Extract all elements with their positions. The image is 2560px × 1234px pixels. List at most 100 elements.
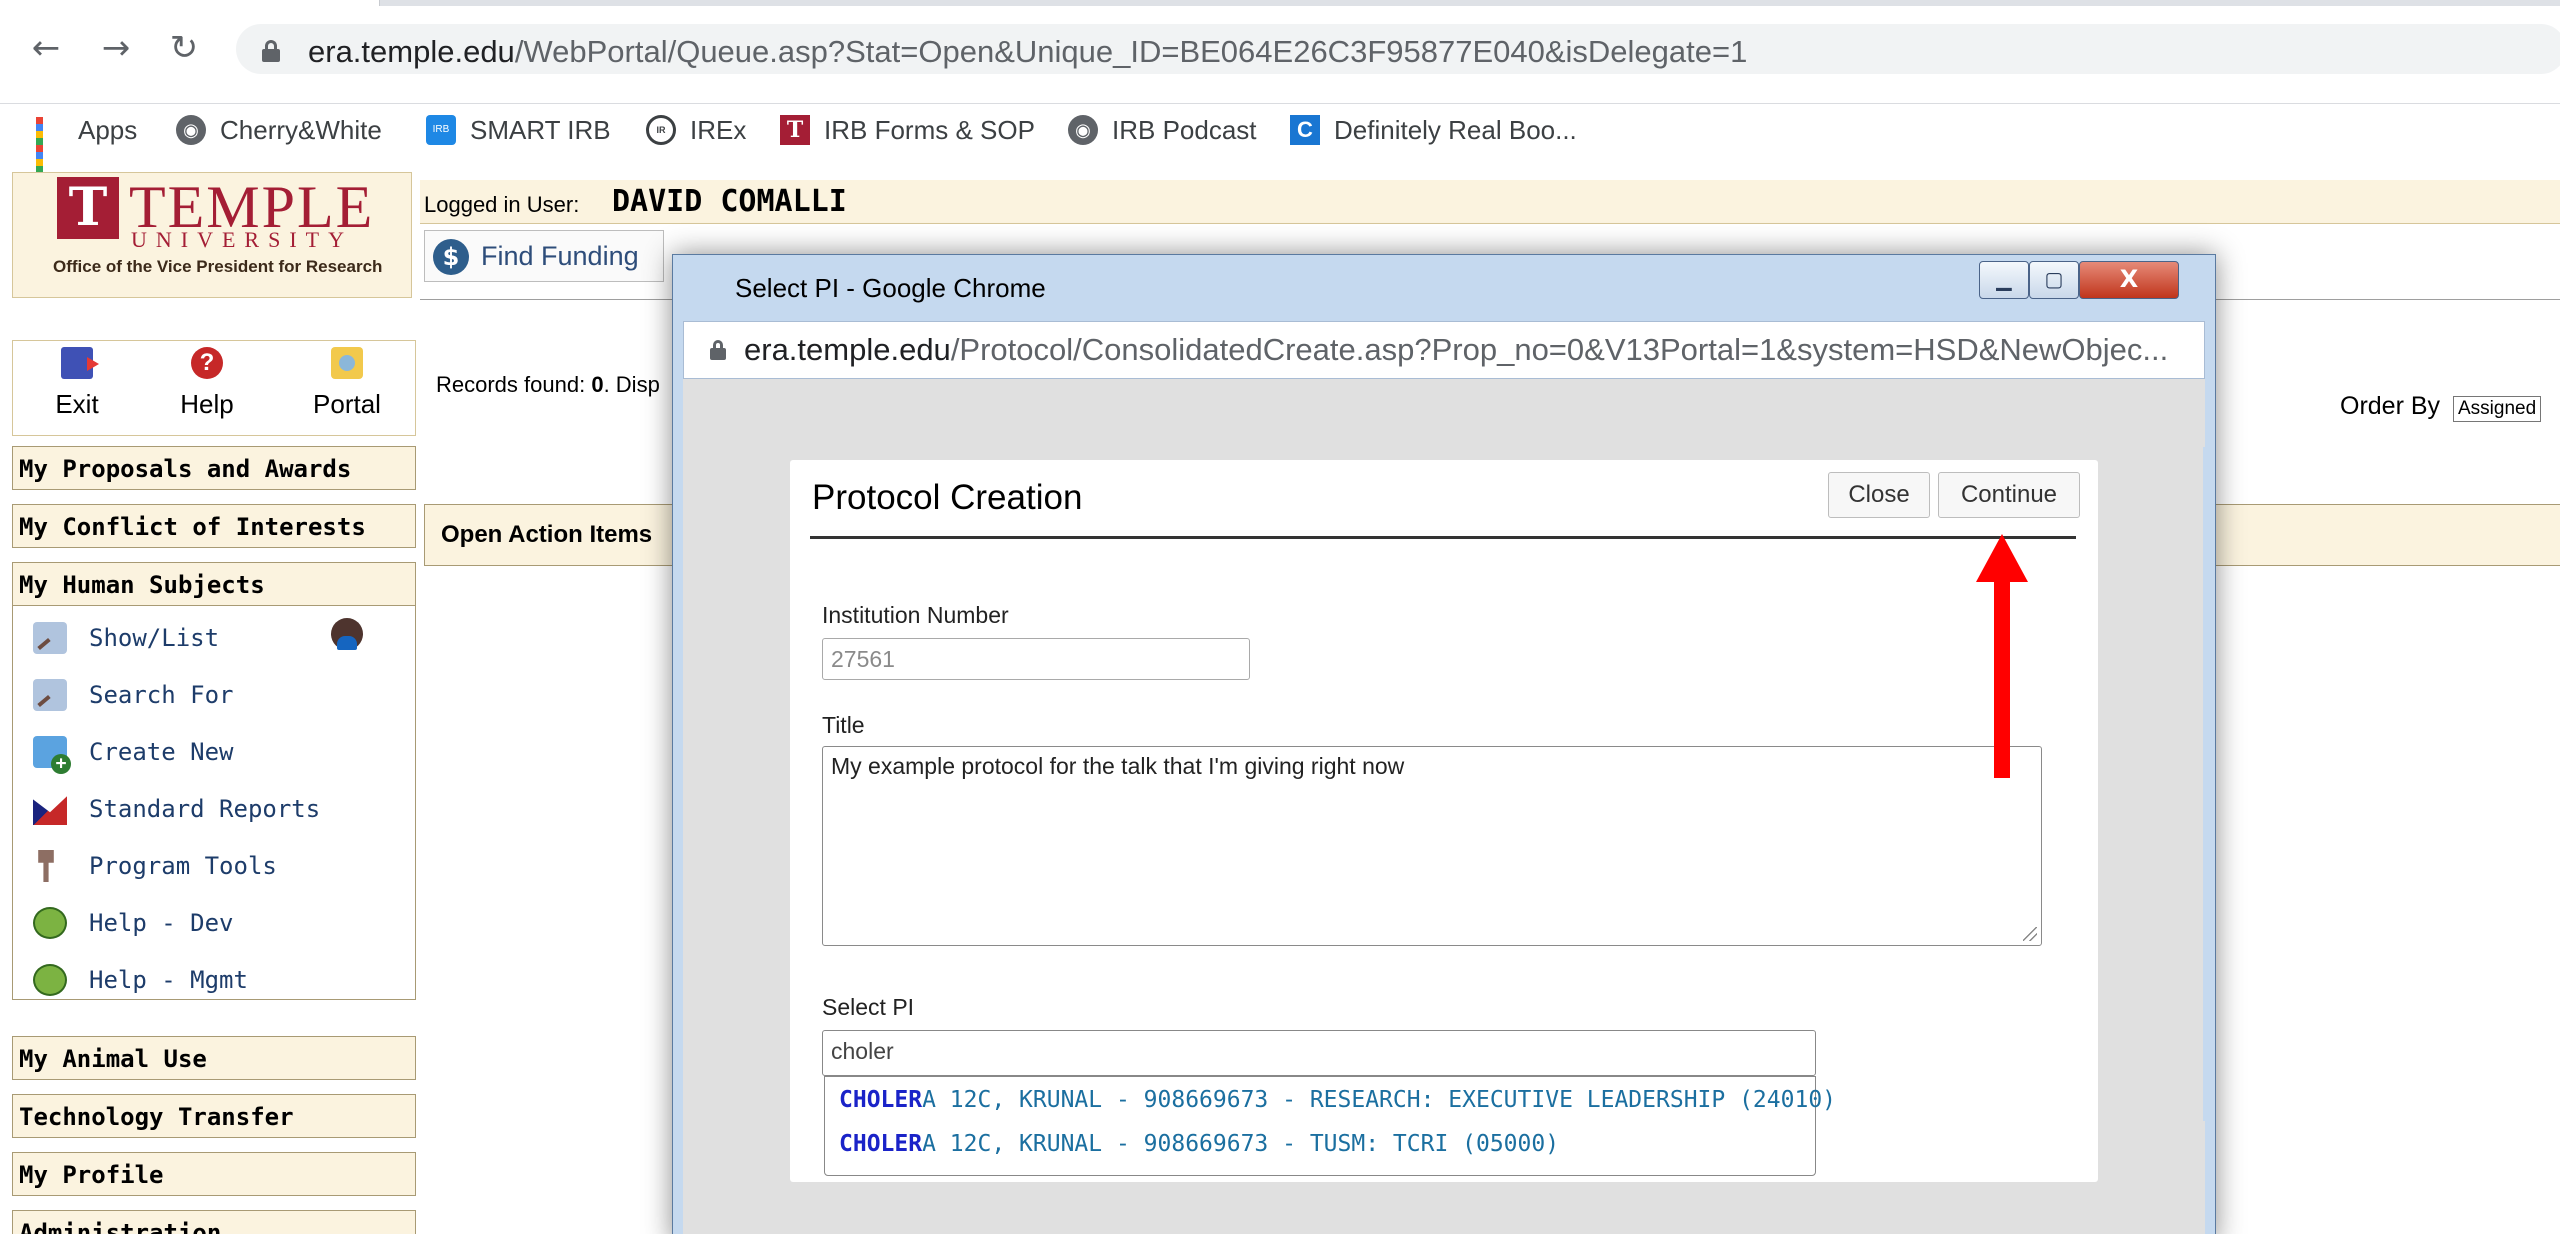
url-text[interactable]: era.temple.edu/WebPortal/Queue.asp?Stat=… bbox=[308, 34, 1747, 70]
bookmark-definitely-real[interactable]: C Definitely Real Boo... bbox=[1290, 114, 1577, 146]
sidebar-item-standard-reports[interactable]: Standard Reports bbox=[33, 789, 320, 829]
bookmark-cherry-white[interactable]: ◉ Cherry&White bbox=[176, 114, 382, 146]
title-textarea[interactable]: My example protocol for the talk that I'… bbox=[822, 746, 2042, 946]
suggestion-match: CHOLER bbox=[839, 1131, 923, 1157]
pi-suggestion-item[interactable]: CHOLERA 12C, KRUNAL - 908669673 - RESEAR… bbox=[839, 1087, 1836, 1113]
exit-label: Exit bbox=[55, 389, 99, 419]
reload-button[interactable]: ↻ bbox=[164, 28, 204, 68]
sidebar-section-proposals[interactable]: My Proposals and Awards bbox=[12, 446, 416, 490]
sidebar-item-create-new[interactable]: Create New bbox=[33, 732, 234, 774]
bookmark-label: IRB Podcast bbox=[1112, 114, 1257, 145]
sidebar-section-human-subjects[interactable]: My Human Subjects bbox=[12, 562, 416, 606]
exit-button[interactable]: Exit bbox=[27, 347, 127, 420]
logo-university-text: UNIVERSITY bbox=[131, 227, 353, 252]
suggestion-match: CHOLER bbox=[839, 1087, 923, 1113]
temple-t-icon: T bbox=[57, 177, 119, 239]
lock-icon bbox=[710, 340, 726, 360]
portal-icon bbox=[331, 347, 363, 379]
bookmarks-bar: Apps ◉ Cherry&White IRB SMART IRB IR IRE… bbox=[0, 106, 2560, 180]
institution-number-label: Institution Number bbox=[822, 602, 1009, 628]
sidebar-section-animal-use[interactable]: My Animal Use bbox=[12, 1036, 416, 1080]
popup-url-text[interactable]: era.temple.edu/Protocol/ConsolidatedCrea… bbox=[744, 332, 2168, 368]
popup-scrollbar[interactable] bbox=[2203, 447, 2215, 1121]
screen: ← → ↻ era.temple.edu/WebPortal/Queue.asp… bbox=[0, 0, 2560, 1234]
bookmark-irex[interactable]: IR IREx bbox=[646, 114, 746, 146]
sidebar-item-label: Program Tools bbox=[89, 852, 277, 880]
records-found-text: Records found: 0. Disp bbox=[436, 372, 660, 398]
sidebar-item-label: Search For bbox=[89, 681, 234, 709]
close-button[interactable]: Close bbox=[1828, 472, 1930, 518]
bookmark-smart-irb[interactable]: IRB SMART IRB bbox=[426, 114, 611, 146]
logged-in-bar: Logged in User: DAVID COMALLI bbox=[420, 180, 2560, 224]
resize-grip-icon[interactable] bbox=[2023, 927, 2037, 941]
temple-t-icon: T bbox=[780, 115, 810, 145]
lock-icon[interactable] bbox=[262, 40, 280, 62]
title-text: My example protocol for the talk that I'… bbox=[831, 753, 1405, 779]
help-button[interactable]: ? Help bbox=[157, 347, 257, 420]
bookmark-irb-forms[interactable]: T IRB Forms & SOP bbox=[780, 114, 1035, 146]
order-by-label: Order By bbox=[2340, 392, 2441, 420]
suggestion-rest: A 12C, KRUNAL - 908669673 - RESEARCH: EX… bbox=[922, 1087, 1837, 1113]
dialog-title: Protocol Creation bbox=[812, 478, 1083, 517]
sidebar-item-search-for[interactable]: Search For bbox=[33, 675, 234, 715]
browser-toolbar: ← → ↻ era.temple.edu/WebPortal/Queue.asp… bbox=[0, 6, 2560, 104]
sidebar-item-program-tools[interactable]: Program Tools bbox=[33, 846, 277, 886]
magnifier-icon bbox=[33, 622, 67, 654]
records-count: 0 bbox=[591, 372, 604, 397]
order-by-select[interactable]: Assigned bbox=[2452, 396, 2542, 422]
pi-suggestions-list: CHOLERA 12C, KRUNAL - 908669673 - RESEAR… bbox=[824, 1076, 1836, 1176]
sidebar-item-help-mgmt[interactable]: Help - Mgmt bbox=[33, 960, 248, 1000]
back-button[interactable]: ← bbox=[26, 28, 66, 68]
sidebar-icon-bar: Exit ? Help Portal bbox=[12, 340, 416, 436]
sidebar-section-my-profile[interactable]: My Profile bbox=[12, 1152, 416, 1196]
person-icon[interactable] bbox=[331, 618, 363, 650]
find-funding-label: Find Funding bbox=[481, 241, 639, 271]
portal-label: Portal bbox=[313, 389, 381, 419]
c-icon: C bbox=[1290, 115, 1320, 145]
help-label: Help bbox=[180, 389, 234, 419]
sidebar-section-administration[interactable]: Administration bbox=[12, 1210, 416, 1234]
protocol-creation-dialog: Protocol Creation Close Continue Institu… bbox=[790, 460, 2098, 1182]
sidebar-section-conflict[interactable]: My Conflict of Interests bbox=[12, 504, 416, 548]
sidebar-item-label: Standard Reports bbox=[89, 795, 321, 823]
bookmark-label: Definitely Real Boo... bbox=[1334, 114, 1577, 145]
suggestion-rest: A 12C, KRUNAL - 908669673 - TUSM: TCRI (… bbox=[922, 1131, 1560, 1157]
irex-icon: IR bbox=[646, 115, 676, 145]
institution-number-field[interactable]: 27561 bbox=[822, 638, 1250, 680]
title-label: Title bbox=[822, 712, 865, 738]
sidebar-item-label: Help - Dev bbox=[89, 909, 234, 937]
apps-grid-icon bbox=[34, 115, 64, 180]
minimize-button[interactable]: ▁ bbox=[1979, 261, 2029, 299]
continue-button[interactable]: Continue bbox=[1938, 472, 2080, 518]
maximize-button[interactable]: ▢ bbox=[2029, 261, 2079, 299]
reports-icon bbox=[33, 796, 67, 825]
bookmark-irb-podcast[interactable]: ◉ IRB Podcast bbox=[1068, 114, 1257, 146]
sidebar-section-technology-transfer[interactable]: Technology Transfer bbox=[12, 1094, 416, 1138]
window-close-button[interactable]: X bbox=[2079, 261, 2179, 299]
popup-address-bar[interactable]: era.temple.edu/Protocol/ConsolidatedCrea… bbox=[683, 321, 2205, 379]
sidebar-item-show-list[interactable]: Show/List bbox=[33, 618, 219, 658]
order-by: Order By Assigned bbox=[2340, 392, 2542, 422]
bookmark-label: Cherry&White bbox=[220, 114, 382, 145]
find-funding-button[interactable]: $ Find Funding bbox=[424, 230, 664, 282]
title-divider bbox=[810, 536, 2076, 539]
sidebar-item-help-dev[interactable]: Help - Dev bbox=[33, 903, 234, 943]
tools-icon bbox=[38, 850, 54, 882]
help-globe-icon bbox=[33, 907, 67, 939]
select-pi-input[interactable]: choler bbox=[822, 1030, 1816, 1076]
select-pi-label: Select PI bbox=[822, 994, 915, 1020]
open-action-items-label: Open Action Items bbox=[441, 521, 653, 548]
temple-logo[interactable]: T TEMPLE UNIVERSITY Office of the Vice P… bbox=[12, 172, 412, 298]
exit-icon bbox=[61, 347, 99, 379]
bookmark-apps[interactable]: Apps bbox=[34, 114, 138, 180]
pi-suggestion-item[interactable]: CHOLERA 12C, KRUNAL - 908669673 - TUSM: … bbox=[839, 1131, 1559, 1157]
magnifier-icon bbox=[33, 679, 67, 711]
annotation-arrow-head bbox=[1976, 534, 2028, 582]
help-icon: ? bbox=[191, 347, 223, 379]
popup-window-title: Select PI - Google Chrome bbox=[735, 273, 1046, 303]
sidebar-item-label: Help - Mgmt bbox=[89, 966, 248, 994]
forward-button[interactable]: → bbox=[96, 28, 136, 68]
dollar-icon: $ bbox=[433, 239, 469, 275]
portal-button[interactable]: Portal bbox=[297, 347, 397, 420]
bookmark-label: Apps bbox=[78, 114, 138, 145]
